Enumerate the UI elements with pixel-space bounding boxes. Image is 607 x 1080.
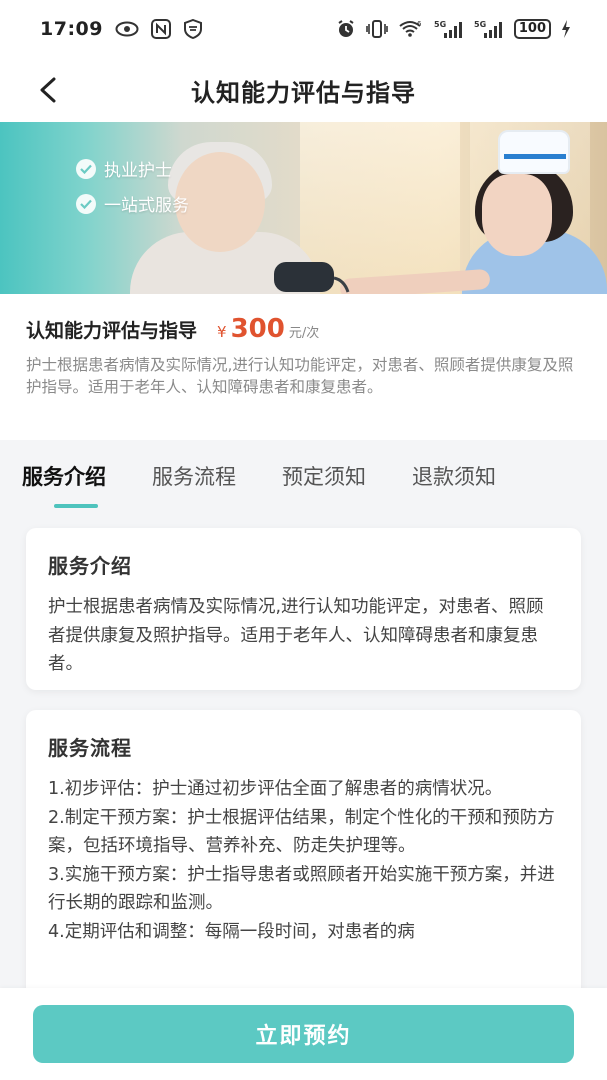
tab-service-intro[interactable]: 服务介绍 [22, 461, 106, 491]
intro-heading: 服务介绍 [48, 554, 132, 578]
book-now-button[interactable]: 立即预约 [33, 1005, 574, 1063]
status-right: 6 5G 5G 100 [336, 19, 571, 39]
status-time: 17:09 [40, 18, 103, 40]
check-circle-icon [76, 158, 96, 179]
badge-label: 执业护士 [104, 161, 172, 181]
tab-content-scroll[interactable]: 服务介绍 护士根据患者病情及实际情况,进行认知功能评定，对患者、照顾者提供康复及… [0, 512, 607, 990]
nurse-figure-face [482, 174, 552, 256]
intro-text: 护士根据患者病情及实际情况,进行认知功能评定，对患者、照顾者提供康复及照护指导。… [48, 597, 544, 674]
tab-refund-notice[interactable]: 退款须知 [412, 461, 496, 491]
badge-label: 一站式服务 [104, 196, 189, 216]
process-heading: 服务流程 [48, 736, 132, 760]
check-circle-icon [76, 193, 96, 214]
tab-service-process[interactable]: 服务流程 [152, 461, 236, 491]
process-step: 3.实施干预方案：护士指导患者或照顾者开始实施干预方案，并进行长期的跟踪和监测。 [48, 864, 555, 914]
banner-badge-list: 执业护士 一站式服务 [76, 156, 189, 216]
price-unit: 元/次 [288, 326, 320, 341]
network-label-a: 5G [434, 20, 446, 29]
price-value: 300 [230, 314, 285, 344]
signal-icon-2: 5G [474, 19, 504, 39]
service-title: 认知能力评估与指导 [26, 320, 198, 342]
service-banner-image: 执业护士 一站式服务 [0, 122, 607, 294]
battery-indicator: 100 [513, 19, 551, 39]
process-card: 服务流程 1.初步评估：护士通过初步评估全面了解患者的病情状况。 2.制定干预方… [26, 710, 581, 990]
process-step: 1.初步评估：护士通过初步评估全面了解患者的病情状况。 [48, 779, 503, 799]
page-title: 认知能力评估与指导 [191, 78, 416, 107]
status-left: 17:09 [40, 18, 203, 40]
alarm-icon [336, 19, 356, 39]
chevron-left-icon [40, 77, 56, 103]
signal-icon-1: 5G [434, 19, 464, 39]
process-step: 2.制定干预方案：护士根据评估结果，制定个性化的干预和预防方案，包括环境指导、营… [48, 807, 555, 857]
nfc-icon [150, 19, 171, 39]
vibrate-icon [366, 20, 388, 38]
tab-booking-notice[interactable]: 预定须知 [282, 461, 366, 491]
blood-pressure-cuff [274, 262, 350, 293]
process-step: 4.定期评估和调整：每隔一段时间，对患者的病 [48, 921, 415, 942]
nav-bar: 认知能力评估与指导 [0, 58, 607, 122]
active-tab-indicator [54, 504, 98, 508]
service-info-card: 认知能力评估与指导 ¥ 300 元/次 护士根据患者病情及实际情况,进行认知功能… [0, 294, 607, 440]
nurse-cap [498, 130, 570, 174]
price-currency: ¥ [217, 323, 227, 341]
charging-icon [561, 20, 571, 38]
badge-licensed-nurse: 执业护士 [76, 156, 189, 181]
wifi-sub-label: 6 [417, 20, 422, 28]
wifi-icon: 6 [398, 20, 424, 38]
service-title-row: 认知能力评估与指导 ¥ 300 元/次 [26, 314, 581, 344]
network-label-b: 5G [474, 20, 486, 29]
detail-tabs: 服务介绍 服务流程 预定须知 退款须知 [0, 440, 607, 512]
status-bar: 17:09 6 5G 5G 100 [0, 0, 607, 58]
service-description: 护士根据患者病情及实际情况,进行认知功能评定，对患者、照顾者提供康复及照护指导。… [26, 356, 574, 396]
intro-card: 服务介绍 护士根据患者病情及实际情况,进行认知功能评定，对患者、照顾者提供康复及… [26, 528, 581, 690]
eye-icon [115, 21, 139, 37]
bottom-action-bar: 立即预约 [0, 988, 607, 1080]
price-group: ¥ 300 元/次 [217, 314, 319, 344]
shield-vpn-icon [183, 19, 203, 39]
badge-one-stop-service: 一站式服务 [76, 191, 189, 216]
back-button[interactable] [30, 72, 66, 108]
